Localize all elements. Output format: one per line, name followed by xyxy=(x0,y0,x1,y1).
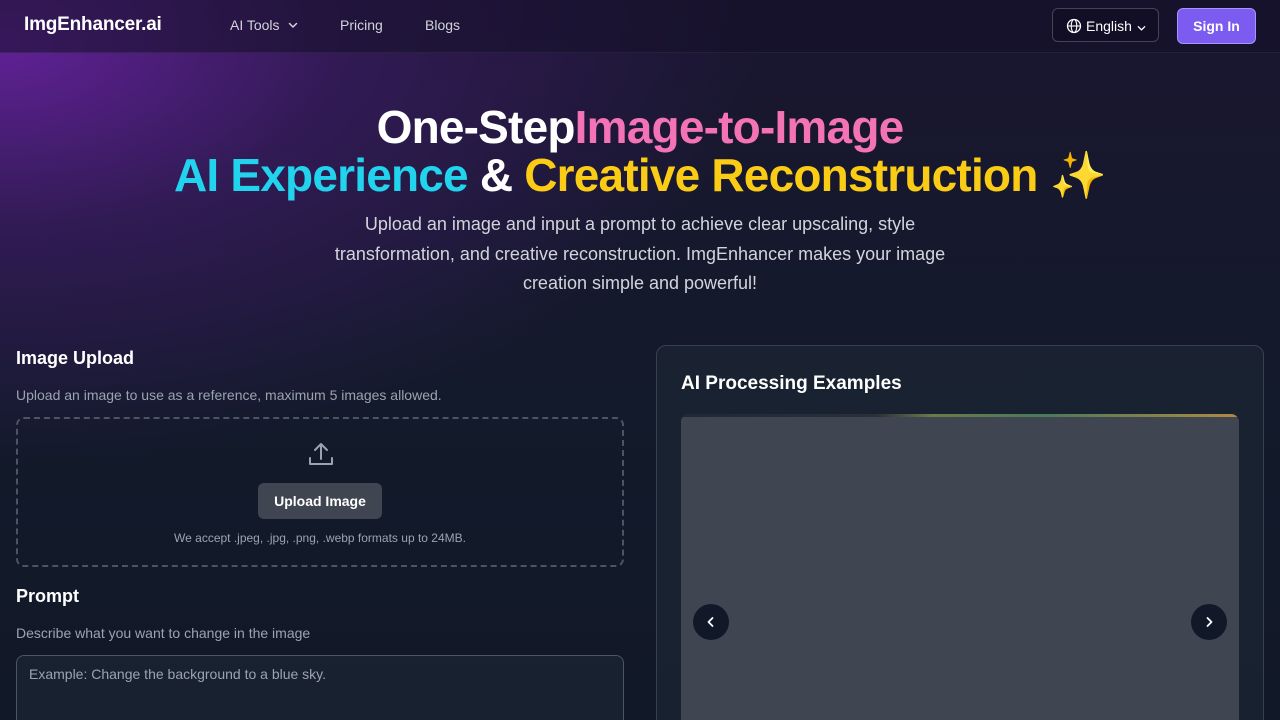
upload-image-button[interactable]: Upload Image xyxy=(258,483,382,519)
sign-in-button[interactable]: Sign In xyxy=(1177,8,1256,44)
globe-icon xyxy=(1066,18,1082,39)
nav-ai-tools[interactable]: AI Tools xyxy=(230,17,299,34)
nav-ai-tools-label: AI Tools xyxy=(230,17,280,33)
image-dropzone[interactable]: Upload Image We accept .jpeg, .jpg, .png… xyxy=(16,417,624,567)
chevron-down-icon xyxy=(1136,21,1147,39)
examples-title: AI Processing Examples xyxy=(681,373,902,394)
hero-title-highlight: Creative Reconstruction xyxy=(524,149,1038,201)
chevron-down-icon xyxy=(287,18,299,34)
nav-blogs[interactable]: Blogs xyxy=(425,17,460,33)
upload-icon xyxy=(306,439,336,474)
nav-pricing[interactable]: Pricing xyxy=(340,17,383,33)
hero-title-ampersand: & xyxy=(467,149,525,201)
carousel-prev-button[interactable] xyxy=(693,604,729,640)
carousel-image-edge xyxy=(681,414,1239,417)
top-navbar: ImgEnhancer.ai AI Tools Pricing Blogs En… xyxy=(0,0,1280,53)
sparkles-icon: ✨ xyxy=(1037,149,1107,201)
chevron-left-icon xyxy=(707,617,714,627)
prompt-field-container xyxy=(16,655,624,720)
carousel-next-button[interactable] xyxy=(1191,604,1227,640)
hero-title-line-2: AI Experience & Creative Reconstruction … xyxy=(0,148,1280,203)
hero-title-highlight: Image-to-Image xyxy=(574,101,905,153)
site-logo[interactable]: ImgEnhancer.ai xyxy=(24,14,162,36)
hero-title-line-1: One-StepImage-to-Image xyxy=(0,100,1280,154)
examples-carousel[interactable] xyxy=(681,414,1239,720)
chevron-right-icon xyxy=(1206,617,1213,627)
upload-format-note: We accept .jpeg, .jpg, .png, .webp forma… xyxy=(174,531,466,545)
image-upload-description: Upload an image to use as a reference, m… xyxy=(16,387,442,403)
prompt-title: Prompt xyxy=(16,586,79,606)
hero-subtitle: Upload an image and input a prompt to ac… xyxy=(334,214,946,293)
image-upload-title: Image Upload xyxy=(16,348,135,368)
language-label: English xyxy=(1086,18,1132,34)
prompt-input[interactable] xyxy=(17,656,623,720)
language-selector[interactable]: English xyxy=(1052,8,1159,42)
examples-panel: AI Processing Examples xyxy=(656,345,1264,720)
prompt-description: Describe what you want to change in the … xyxy=(16,625,311,641)
hero-title-highlight: AI Experience xyxy=(173,149,469,201)
hero-title-part: One-Step xyxy=(376,101,576,153)
